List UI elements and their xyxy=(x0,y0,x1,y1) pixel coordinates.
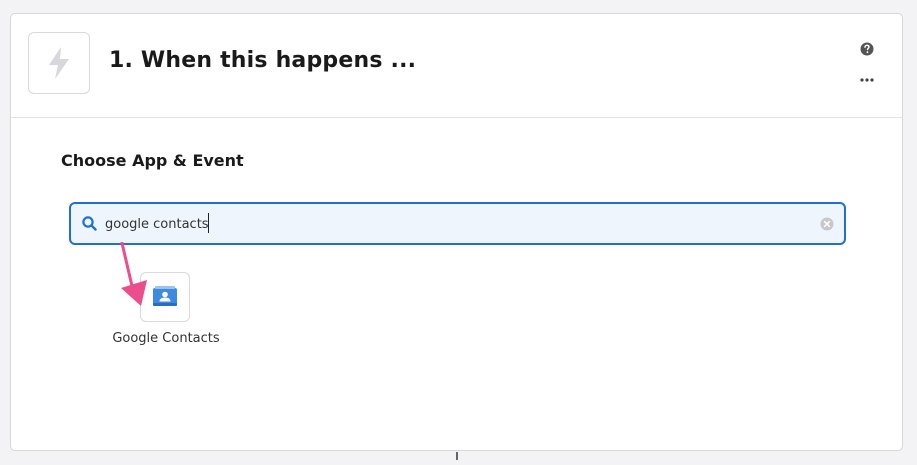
trigger-app-slot[interactable] xyxy=(28,32,90,94)
help-icon[interactable] xyxy=(860,42,874,56)
step-header: 1. When this happens ... xyxy=(11,14,902,118)
pointer-arrow xyxy=(120,242,147,306)
app-search-box[interactable] xyxy=(69,202,846,245)
lightning-bolt-icon xyxy=(49,47,69,79)
section-title: Choose App & Event xyxy=(61,151,244,170)
text-caret xyxy=(208,213,209,233)
app-search-input[interactable] xyxy=(105,213,805,235)
trigger-step-card: 1. When this happens ... Choose App & Ev… xyxy=(10,13,903,451)
app-result-label: Google Contacts xyxy=(112,331,220,346)
step-title: 1. When this happens ... xyxy=(109,48,417,73)
ellipsis-icon[interactable] xyxy=(859,76,875,84)
divider-tick xyxy=(456,452,458,460)
magnifier-icon xyxy=(82,216,97,231)
clear-circle-icon[interactable] xyxy=(820,217,834,231)
